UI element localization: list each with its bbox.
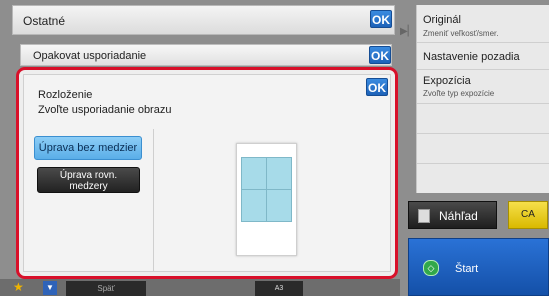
header-title: Ostatné: [23, 14, 66, 28]
dialog-ok-button[interactable]: OK: [366, 78, 388, 96]
right-item-exposure[interactable]: Expozícia Zvoľte typ expozície: [417, 70, 549, 104]
right-item-label: Expozícia: [423, 75, 471, 87]
right-item-sub: Zvoľte typ expozície: [423, 89, 495, 98]
header-ok-button[interactable]: OK: [370, 10, 392, 28]
right-item-original[interactable]: Originál Zmeniť veľkosť/smer.: [417, 5, 549, 43]
dialog-subtitle: Zvoľte usporiadanie obrazu: [38, 104, 172, 116]
submenu-ok-button[interactable]: OK: [369, 46, 391, 64]
repeat-layout-bar[interactable]: Opakovat usporiadanie: [20, 44, 392, 66]
equal-gap-label-1: Úprava rovn.: [59, 170, 118, 181]
right-item-background[interactable]: Nastavenie pozadia: [417, 43, 549, 70]
equal-gap-button[interactable]: Úprava rovn. medzery: [37, 167, 140, 193]
divider: [153, 129, 154, 271]
preview-button[interactable]: Náhľad: [408, 201, 497, 229]
settings-header[interactable]: Ostatné: [12, 5, 395, 35]
start-icon: ◇: [423, 260, 439, 276]
chevron-down-icon[interactable]: ▼: [43, 281, 57, 295]
layout-preview: [236, 143, 297, 256]
preview-cell: [241, 189, 267, 222]
preview-icon: [418, 209, 430, 223]
preview-cell: [266, 157, 292, 190]
layout-dialog-body: Rozloženie Zvoľte usporiadanie obrazu Úp…: [23, 74, 391, 272]
collapse-arrow-icon[interactable]: ▶▏: [400, 26, 415, 37]
right-item-sub: Zmeniť veľkosť/smer.: [423, 29, 499, 38]
preview-cell: [241, 157, 267, 190]
dialog-title: Rozloženie: [38, 89, 93, 101]
preview-cell: [266, 189, 292, 222]
right-item-empty: [417, 134, 549, 164]
right-item-label: Nastavenie pozadia: [423, 51, 520, 63]
screen: Ostatné OK Opakovat usporiadanie OK ▶▏ O…: [0, 0, 549, 296]
layout-dialog: Rozloženie Zvoľte usporiadanie obrazu Úp…: [16, 67, 398, 279]
star-icon[interactable]: ★: [13, 280, 24, 294]
start-button[interactable]: ◇ Štart: [408, 238, 549, 296]
paper-size-indicator: A3: [255, 281, 303, 296]
repeat-layout-title: Opakovat usporiadanie: [33, 50, 147, 62]
right-item-empty: [417, 104, 549, 134]
right-item-label: Originál: [423, 14, 461, 26]
equal-gap-label-2: medzery: [69, 181, 108, 192]
bottom-bar: [0, 279, 400, 296]
right-panel: Originál Zmeniť veľkosť/smer. Nastavenie…: [416, 5, 549, 193]
start-label: Štart: [455, 263, 479, 275]
no-gap-button[interactable]: Úprava bez medzier: [34, 136, 142, 160]
clear-all-button[interactable]: CA: [508, 201, 548, 229]
back-button[interactable]: Späť: [66, 281, 146, 296]
preview-label: Náhľad: [439, 209, 478, 223]
